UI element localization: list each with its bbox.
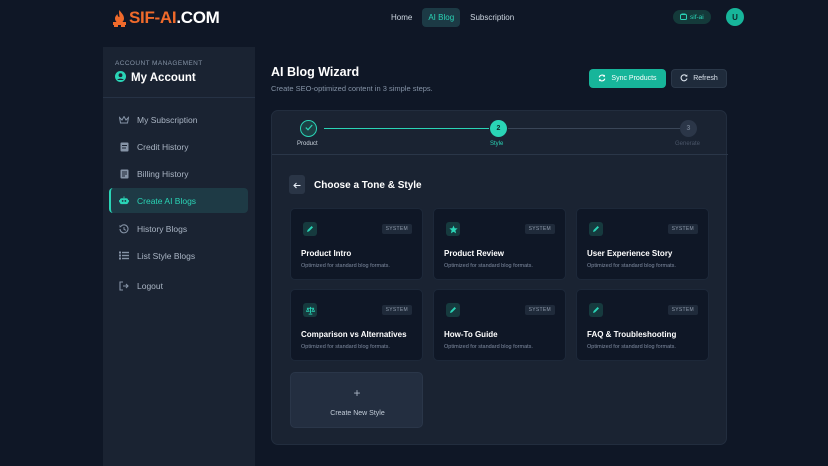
receipt-icon <box>119 142 129 152</box>
style-description: Optimized for standard blog formats. <box>444 263 533 269</box>
system-badge: SYSTEM <box>524 305 555 315</box>
style-card-how-to-guide[interactable]: SYSTEM How-To Guide Optimized for standa… <box>433 289 566 361</box>
sidebar-item-logout[interactable]: Logout <box>109 273 248 298</box>
style-description: Optimized for standard blog formats. <box>587 344 676 350</box>
sync-icon <box>598 74 606 84</box>
step-connector-1 <box>324 128 489 129</box>
check-icon <box>304 124 313 133</box>
pencil-icon <box>446 303 460 317</box>
style-card-comparison-vs-alternatives[interactable]: SYSTEM Comparison vs Alternatives Optimi… <box>290 289 423 361</box>
refresh-button[interactable]: Refresh <box>671 69 727 88</box>
nav-home[interactable]: Home <box>385 8 418 27</box>
style-card-product-intro[interactable]: SYSTEM Product Intro Optimized for stand… <box>290 208 423 280</box>
style-name: Product Intro <box>301 249 352 258</box>
step-generate-circle[interactable]: 3 <box>680 120 697 137</box>
step-style-label: Style <box>490 141 504 147</box>
style-name: Product Review <box>444 249 505 258</box>
wallet-badge[interactable]: sif-ai <box>673 10 711 24</box>
sidebar-item-history-blogs[interactable]: History Blogs <box>109 216 248 241</box>
brand-logo[interactable]: SIF-AI.COM <box>113 8 220 28</box>
style-name: How-To Guide <box>444 330 498 339</box>
step-style-circle[interactable]: 2 <box>490 120 507 137</box>
sidebar-item-credit-history[interactable]: Credit History <box>109 134 248 159</box>
sidebar-title: My Account <box>115 71 196 85</box>
pencil-icon <box>303 222 317 236</box>
history-icon <box>119 223 129 234</box>
sync-products-button[interactable]: Sync Products <box>589 69 666 88</box>
user-circle-icon <box>115 71 126 85</box>
scale-icon <box>303 303 317 317</box>
style-card-user-experience-story[interactable]: SYSTEM User Experience Story Optimized f… <box>576 208 709 280</box>
page-subtitle: Create SEO-optimized content in 3 simple… <box>271 84 433 93</box>
step-product-circle[interactable] <box>300 120 317 137</box>
style-name: FAQ & Troubleshooting <box>587 330 677 339</box>
system-badge: SYSTEM <box>667 305 698 315</box>
logo-text: SIF-AI.COM <box>129 8 220 27</box>
invoice-icon <box>119 169 129 179</box>
system-badge: SYSTEM <box>381 305 412 315</box>
style-name: User Experience Story <box>587 249 673 258</box>
sidebar: ACCOUNT MANAGEMENT My Account My Subscri… <box>103 47 255 466</box>
back-button[interactable] <box>289 175 305 194</box>
style-card-product-review[interactable]: SYSTEM Product Review Optimized for stan… <box>433 208 566 280</box>
system-badge: SYSTEM <box>381 224 412 234</box>
list-icon <box>119 251 129 261</box>
user-avatar[interactable]: U <box>726 8 744 26</box>
wallet-label: sif-ai <box>690 13 704 21</box>
robot-icon <box>119 196 129 206</box>
plus-icon: + <box>353 386 361 400</box>
top-navbar: SIF-AI.COM Home AI Blog Subscription sif… <box>0 0 828 36</box>
style-name: Comparison vs Alternatives <box>301 330 407 339</box>
arrow-left-icon <box>293 176 301 194</box>
section-title: Choose a Tone & Style <box>314 180 422 191</box>
main-nav: Home AI Blog Subscription <box>385 8 520 27</box>
logout-icon <box>119 280 129 291</box>
style-description: Optimized for standard blog formats. <box>301 344 390 350</box>
sidebar-item-create-ai-blogs[interactable]: Create AI Blogs <box>109 188 248 213</box>
page-title: AI Blog Wizard <box>271 65 360 79</box>
style-description: Optimized for standard blog formats. <box>444 344 533 350</box>
create-new-style-button[interactable]: + Create New Style <box>290 372 423 428</box>
wizard-card: Product 2 Style 3 Generate Choose a Tone… <box>271 110 728 445</box>
wizard-steps: Product 2 Style 3 Generate <box>272 111 728 155</box>
flame-logo-icon <box>113 9 126 27</box>
pencil-icon <box>589 222 603 236</box>
style-description: Optimized for standard blog formats. <box>301 263 390 269</box>
step-product-label: Product <box>297 141 318 147</box>
step-generate-label: Generate <box>675 141 701 147</box>
nav-ai-blog[interactable]: AI Blog <box>422 8 461 27</box>
style-card-faq-troubleshooting[interactable]: SYSTEM FAQ & Troubleshooting Optimized f… <box>576 289 709 361</box>
style-description: Optimized for standard blog formats. <box>587 263 676 269</box>
star-icon <box>446 222 460 236</box>
sidebar-divider <box>103 97 255 98</box>
refresh-icon <box>680 73 688 84</box>
sidebar-item-my-subscription[interactable]: My Subscription <box>109 107 248 132</box>
system-badge: SYSTEM <box>524 224 555 234</box>
sidebar-caption: ACCOUNT MANAGEMENT <box>115 60 203 67</box>
pencil-icon <box>589 303 603 317</box>
sidebar-item-list-style-blogs[interactable]: List Style Blogs <box>109 243 248 268</box>
nav-subscription[interactable]: Subscription <box>464 8 520 27</box>
system-badge: SYSTEM <box>667 224 698 234</box>
step-connector-2 <box>508 128 680 129</box>
crown-icon <box>119 115 129 125</box>
sidebar-item-billing-history[interactable]: Billing History <box>109 161 248 186</box>
wallet-icon <box>680 13 687 22</box>
create-new-style-label: Create New Style <box>330 410 385 417</box>
